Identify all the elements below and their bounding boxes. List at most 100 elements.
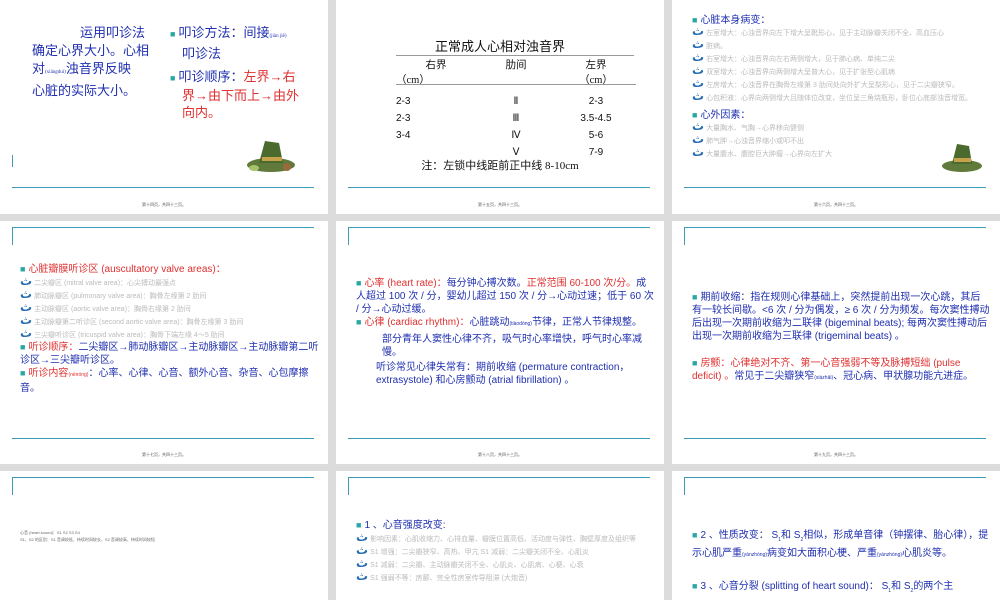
bullet-glyph-icon: ث [20, 300, 33, 314]
bullet-glyph-icon: ث [692, 50, 705, 64]
bullet-character: ■ 2 、性质改变： S1和 S2相似，形成单音律（钟摆律、胎心律），提示心肌严重… [692, 530, 989, 559]
slide-20[interactable]: 心音 (heart sound)：S1 S2 S3 S4 S1、S2 的区别：S… [0, 471, 328, 600]
bullet-glyph-icon: ث [20, 313, 33, 327]
table-row: 2-3 Ⅲ 3.5-4.5 [396, 110, 636, 127]
text-line: 心脏的实际大小。 [32, 83, 137, 98]
divider [12, 155, 13, 167]
slide-18[interactable]: ■ 心率 (heart rate)：每分钟心搏次数。正常范围 60-100 次/分… [336, 221, 664, 464]
bullet-af: ■ 房颤：心律绝对不齐、第一心音强弱不等及脉搏短绌 (pulse deficit)… [692, 358, 974, 382]
boundary-table: 右界 肋间 左界 （cm） （cm） 2-3 Ⅱ 2-3 2-3 Ⅲ 3.5-4.5 3-4… [396, 57, 636, 161]
cell-left: 3.5-4.5 [580, 113, 612, 124]
table-note: 注：左锁中线距前正中线 8-10cm [421, 160, 579, 172]
slide-21[interactable]: ■ 1 、心音强度改变: ث 影响因素：心肌收缩力、心排血量、瓣膜位置高低、活动度与… [336, 471, 664, 600]
faint-list-item: ث 脏病。 [692, 37, 987, 52]
faint-text: 主动脉瓣区 (aortic valve area)：胸骨右缘第 2 肋间 [34, 306, 191, 313]
faint-list-item: ث 左房增大：心浊音界在胸骨左缘第 3 肋间处向外扩大呈梨形心，见于二尖瓣狭窄。 [692, 76, 987, 91]
text-line: 运用叩诊法 [80, 25, 146, 40]
cell-left: 5-6 [588, 130, 604, 141]
tiny-line: S1、S2 的区别：S1 音调较低、持续时间较长，S2 音调较高、持续时间较短 [20, 537, 155, 542]
divider [684, 477, 986, 478]
faint-list-item: ث 左室增大：心浊音界向左下增大呈靴形心，见于主动脉瓣关闭不全、高血压心 [692, 24, 987, 39]
table-row: 3-4 Ⅳ 5-6 [396, 127, 636, 144]
hat-clipart-icon [942, 144, 982, 172]
heading-intrinsic: ■ 心脏本身病变： [692, 15, 771, 26]
hat-clipart-icon [247, 141, 295, 172]
slide-14[interactable]: 运用叩诊法 确定心界大小。心相 对(xiāngduì)浊音界反映 心脏的实际大小… [0, 0, 328, 214]
divider [684, 227, 986, 228]
faint-text: 脏病。 [706, 43, 728, 50]
divider [684, 187, 986, 188]
slide-19[interactable]: ■ 期前收缩：指在规则心律基础上，突然提前出现一次心跳，其后有一较长间歇。<6 次… [672, 221, 1000, 464]
intro-paragraph: 运用叩诊法 确定心界大小。心相 对(xiāngduì)浊音界反映 心脏的实际大小… [32, 24, 162, 100]
content: ■ 期前收缩：指在规则心律基础上，突然提前出现一次心跳，其后有一较长间歇。<6 次… [692, 291, 990, 385]
bullet-glyph-icon: ث [692, 76, 705, 90]
slide-15[interactable]: 正常成人心相对浊音界 右界 肋间 左界 （cm） （cm） 2-3 Ⅱ 2-3 2-3… [336, 0, 664, 214]
faint-text: S1 增强：二尖瓣狭窄、高热、甲亢 S1 减弱：二尖瓣关闭不全、心肌炎 [370, 549, 590, 556]
faint-list-item: ث 心包积液：心界向两侧增大且随体位改变，坐位呈三角烧瓶形，卧位心底部浊音增宽。 [692, 89, 987, 104]
faint-text: 右室增大：心浊音界向左右两侧增大，见于肺心病、单纯二尖 [706, 56, 896, 63]
paragraph: 部分青年人窦性心律不齐，吸气时心率增快，呼气时心率减慢。 [382, 334, 642, 358]
divider [684, 227, 685, 245]
faint-list-item: ث 双室增大：心浊音界向两侧增大呈普大心，见于扩张型心肌病 [692, 64, 987, 78]
header-right: 右界 [425, 60, 447, 71]
faint-text: 肺动脉瓣区 (pulmonary valve area)：胸骨左缘第 2 肋间 [34, 293, 207, 300]
bullet-order: ■ 叩诊顺序：左界→右 界→由下而上→由外 向内。 [170, 69, 300, 120]
slide-22[interactable]: ■ 2 、性质改变： S1和 S2相似，形成单音律（钟摆律、胎心律），提示心肌严重… [672, 471, 1000, 600]
cell-intercostal: Ⅱ [513, 96, 519, 107]
bullet-glyph-icon: ث [692, 37, 705, 51]
heading-intensity: ■ 1 、心音强度改变: [356, 520, 446, 531]
faint-list-item: ث 大量胸水、气胸→心界移向健侧 [692, 119, 987, 134]
faint-list-item: ث 影响因素：心肌收缩力、心排血量、瓣膜位置高低、活动度与弹性、胸壁厚度及组织等 [356, 531, 656, 545]
divider [348, 187, 650, 188]
slide-17[interactable]: ■ 心脏瓣膜听诊区 (auscultatory valve areas)： ث 二尖… [0, 221, 328, 464]
page-footer: 第十八页，共四十三页。 [478, 452, 522, 457]
faint-list-item: ث 三尖瓣听诊区 (tricuspid valve area)：胸骨下端左缘 4～… [20, 327, 320, 341]
faint-text: 三尖瓣听诊区 (tricuspid valve area)：胸骨下端左缘 4～5… [34, 332, 225, 339]
cell-intercostal: Ⅳ [511, 130, 521, 141]
slide-16[interactable]: ■ 心脏本身病变： ث 左室增大：心浊音界向左下增大呈靴形心，见于主动脉瓣关闭不全、… [672, 0, 1000, 214]
bullet-glyph-icon: ث [692, 145, 705, 159]
bullet-rhythm: ■ 心律 (cardiac rhythm)：心脏跳动(tiàodòng)节律，正常… [356, 317, 642, 328]
divider [12, 438, 314, 439]
faint-text: 双室增大：心浊音界向两侧增大呈普大心，见于扩张型心肌病 [706, 69, 896, 76]
table-rule [396, 84, 636, 85]
divider [12, 227, 13, 245]
divider [348, 477, 349, 495]
header-mid: 肋间 [505, 60, 527, 71]
bullet-glyph-icon: ث [692, 119, 705, 133]
bullet-glyph-icon: ث [692, 89, 705, 103]
page-footer: 第十五页，共四十三页。 [478, 202, 522, 207]
faint-text: 二尖瓣区 (mitral valve area)：心尖搏动最强点 [34, 280, 177, 287]
bullet-glyph-icon: ث [692, 132, 705, 146]
faint-text: 心包积液：心界向两侧增大且随体位改变，坐位呈三角烧瓶形，卧位心底部浊音增宽。 [706, 95, 973, 102]
faint-text: 肺气肿→心浊音界缩小或叩不出 [706, 138, 805, 145]
bullet-content: ■ 听诊内容(nèiróng)：心率、心律、心音、额外心音、杂音、心包摩擦音。 [20, 368, 309, 394]
divider [12, 477, 13, 495]
text-line: 确定心界大小。心相 [32, 43, 150, 58]
table-header: 右界 肋间 左界 [396, 57, 636, 72]
faint-list-item: ث 主动脉瓣区 (aortic valve area)：胸骨右缘第 2 肋间 [20, 300, 320, 315]
bullet-glyph-icon: ث [20, 287, 33, 301]
table-body: 2-3 Ⅱ 2-3 2-3 Ⅲ 3.5-4.5 3-4 Ⅳ 5-6 Ⅴ 7-9 [396, 93, 636, 161]
bullet-glyph-icon: ث [692, 24, 705, 38]
faint-text: 左室增大：心浊音界向左下增大呈靴形心，见于主动脉瓣关闭不全、高血压心 [706, 30, 945, 37]
faint-text: S1 强弱不等：房颤、完全性房室传导阻滞 (大炮音) [370, 575, 528, 582]
bullet-glyph-icon: ث [356, 556, 369, 570]
bullet-list: ■ 叩诊方法：间接(jiàn jiē) 叩诊法 ■ 叩诊顺序：左界→右 界→由下而上→由… [170, 24, 310, 121]
divider [12, 477, 314, 478]
divider [348, 438, 650, 439]
cell-right: 2-3 [396, 113, 411, 124]
heading-extrinsic: ■ 心外因素： [692, 110, 751, 121]
bullet-method: ■ 叩诊方法：间接(jiàn jiē) 叩诊法 [170, 25, 287, 61]
faint-text: 大量胸水、气胸→心界移向健侧 [706, 125, 805, 132]
divider [348, 227, 349, 245]
faint-list-item: ث S1 强弱不等：房颤、完全性房室传导阻滞 (大炮音) [356, 570, 656, 584]
tiny-text: 心音 (heart sound)：S1 S2 S3 S4 S1、S2 的区别：S… [20, 529, 155, 543]
bullet-glyph-icon: ث [356, 543, 369, 557]
cell-right: 2-3 [396, 96, 411, 107]
faint-list: ث 二尖瓣区 (mitral valve area)：心尖搏动最强点 ث 肺动脉瓣区 … [20, 275, 320, 341]
text-line: 对(xiāngduì)浊音界反映 [32, 61, 131, 76]
table-rule [396, 55, 634, 56]
divider [12, 227, 314, 228]
page-footer: 第十七页，共四十三页。 [142, 452, 186, 457]
